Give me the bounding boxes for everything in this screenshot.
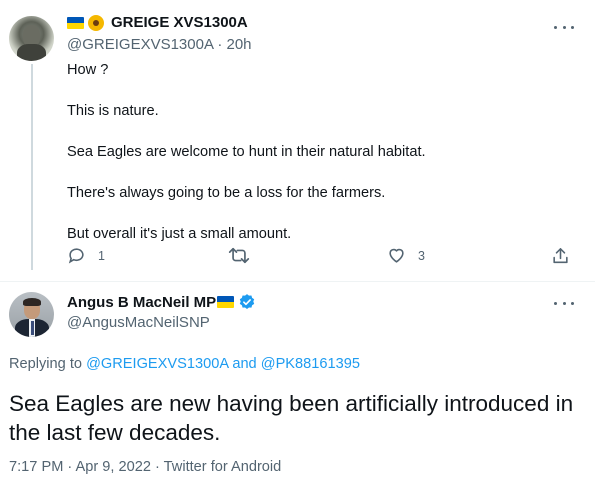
like-icon: [389, 248, 404, 263]
tweet-text: Sea Eagles are new having been artificia…: [9, 391, 574, 445]
avatar[interactable]: [9, 16, 54, 61]
sunflower-icon: [88, 14, 104, 31]
tweet-author[interactable]: Angus B MacNeil MP: [67, 293, 256, 311]
share-button[interactable]: [551, 246, 570, 266]
user-handle[interactable]: @AngusMacNeilSNP: [67, 314, 210, 331]
tweet-author[interactable]: GREIGE XVS1300A: [67, 14, 248, 31]
reply-button[interactable]: 1: [67, 246, 105, 265]
tweet-actions: 1 3: [0, 246, 595, 270]
avatar[interactable]: [9, 292, 54, 337]
tweet-line: There's always going to be a loss for th…: [67, 185, 386, 201]
tweet-line: Sea Eagles are welcome to hunt in their …: [67, 144, 426, 160]
share-icon: [553, 248, 568, 264]
display-name[interactable]: GREIGE XVS1300A: [111, 14, 248, 31]
more-icon[interactable]: [554, 298, 574, 308]
verified-badge-icon: [239, 294, 255, 309]
mention-link[interactable]: @PK88161395: [261, 356, 360, 372]
tweet-line: But overall it's just a small amount.: [67, 226, 292, 242]
user-handle[interactable]: @GREIGEXVS1300A: [67, 36, 213, 53]
tweet-line: This is nature.: [67, 103, 159, 119]
tweet-greige[interactable]: GREIGE XVS1300A @GREIGEXVS1300A · 20h Ho…: [0, 0, 595, 280]
tweet-meta: @GREIGEXVS1300A · 20h: [67, 36, 252, 53]
separator-dot: ·: [217, 36, 223, 53]
replying-to: Replying to @GREIGEXVS1300A and @PK88161…: [9, 356, 360, 372]
more-icon[interactable]: [554, 22, 574, 32]
like-count: 3: [418, 248, 425, 263]
like-button[interactable]: 3: [387, 246, 425, 265]
reply-count: 1: [98, 248, 105, 263]
replying-prefix: Replying to: [9, 356, 83, 372]
retweet-icon: [228, 247, 250, 264]
ukraine-flag-icon: [217, 296, 235, 308]
ukraine-flag-icon: [67, 16, 84, 29]
mention-and[interactable]: and: [232, 356, 256, 372]
mention-link[interactable]: @GREIGEXVS1300A: [86, 356, 228, 372]
tweet-timestamp[interactable]: 7:17 PM · Apr 9, 2022 · Twitter for Andr…: [9, 459, 281, 475]
tweet-line: How ?: [67, 62, 109, 78]
divider: [0, 281, 595, 282]
retweet-button[interactable]: [228, 246, 262, 265]
tweet-time[interactable]: 20h: [226, 36, 251, 53]
tweet-text: How ? This is nature. Sea Eagles are wel…: [67, 60, 567, 265]
thread-connector: [31, 64, 33, 270]
reply-icon: [68, 248, 84, 264]
display-name[interactable]: Angus B MacNeil MP: [67, 294, 216, 311]
